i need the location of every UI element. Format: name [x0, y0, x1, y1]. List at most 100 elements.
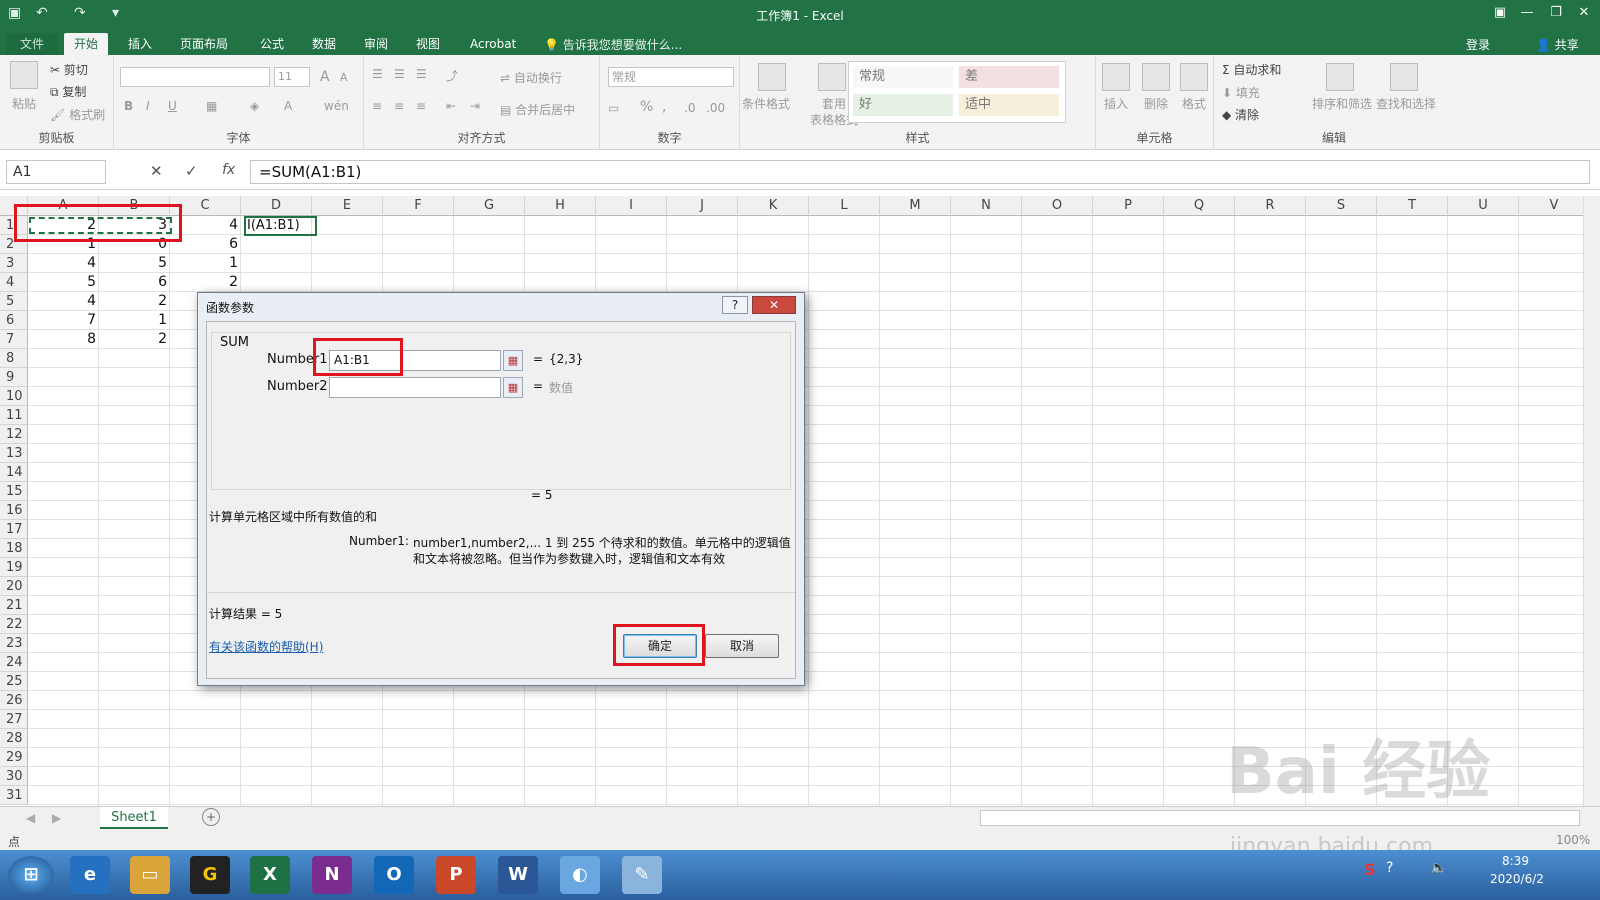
column-header[interactable]: D [241, 196, 312, 216]
column-header[interactable]: A [28, 196, 99, 216]
font-size-combo[interactable]: 11 [274, 67, 310, 87]
row-header[interactable]: 13 [0, 444, 28, 463]
enter-formula-icon[interactable]: ✓ [185, 162, 198, 180]
excel-icon[interactable]: X [250, 856, 290, 894]
sort-filter-icon[interactable] [1326, 63, 1354, 91]
help-tray-icon[interactable]: ? [1386, 860, 1393, 876]
phonetic-icon[interactable]: wén [324, 99, 349, 113]
column-header[interactable]: F [383, 196, 454, 216]
font-name-combo[interactable] [120, 67, 270, 87]
conditional-format-label[interactable]: 条件格式 [742, 95, 790, 112]
delete-cells-label[interactable]: 删除 [1144, 95, 1168, 112]
tab-acrobat[interactable]: Acrobat [460, 33, 526, 55]
row-header[interactable]: 18 [0, 539, 28, 558]
row-header[interactable]: 29 [0, 748, 28, 767]
orientation-icon[interactable]: ⤴ [446, 67, 458, 84]
align-left-icon[interactable]: ≡ [372, 99, 382, 113]
align-bottom-icon[interactable]: ☰ [416, 67, 427, 81]
cell-b6[interactable]: 1 [99, 311, 170, 330]
formula-input[interactable]: =SUM(A1:B1) [250, 160, 1590, 184]
merge-center-button[interactable]: ▤ 合并后居中 [500, 101, 575, 118]
row-header[interactable]: 6 [0, 311, 28, 330]
row-header[interactable]: 3 [0, 254, 28, 273]
cell-a4[interactable]: 5 [28, 273, 99, 292]
fill-color-icon[interactable]: ◈ [250, 99, 259, 113]
row-header[interactable]: 14 [0, 463, 28, 482]
onenote-icon[interactable]: N [312, 856, 352, 894]
cell-b5[interactable]: 2 [99, 292, 170, 311]
paste-icon[interactable] [10, 61, 38, 89]
tab-data[interactable]: 数据 [302, 33, 346, 55]
tab-page-layout[interactable]: 页面布局 [170, 33, 238, 55]
sheet-tab-sheet1[interactable]: Sheet1 [100, 807, 168, 829]
column-header[interactable]: N [951, 196, 1022, 216]
horizontal-scrollbar[interactable] [980, 810, 1580, 826]
cell-a6[interactable]: 7 [28, 311, 99, 330]
column-header[interactable]: G [454, 196, 525, 216]
bold-button[interactable]: B [124, 99, 133, 113]
select-all-corner[interactable] [0, 196, 28, 216]
name-box[interactable]: A1 [6, 160, 106, 184]
explorer-icon[interactable]: ▭ [130, 856, 170, 894]
cell-d1[interactable]: I(A1:B1) [244, 216, 317, 235]
cell-c2[interactable]: 6 [170, 235, 241, 254]
cell-c1[interactable]: 4 [170, 216, 241, 235]
volume-icon[interactable]: 🔈 [1430, 860, 1447, 876]
column-header[interactable]: K [738, 196, 809, 216]
format-cells-icon[interactable] [1180, 63, 1208, 91]
find-select-icon[interactable] [1390, 63, 1418, 91]
column-header[interactable]: J [667, 196, 738, 216]
wrap-text-button[interactable]: ⇌ 自动换行 [500, 69, 562, 86]
arg1-input[interactable]: A1:B1 [329, 350, 501, 371]
ribbon-options-button[interactable]: ▣ [1486, 2, 1514, 24]
align-top-icon[interactable]: ☰ [372, 67, 383, 81]
tab-insert[interactable]: 插入 [118, 33, 162, 55]
find-select-label[interactable]: 查找和选择 [1376, 95, 1436, 112]
row-header[interactable]: 7 [0, 330, 28, 349]
cell-a7[interactable]: 8 [28, 330, 99, 349]
table-format-icon[interactable] [818, 63, 846, 91]
collapse-dialog-icon[interactable]: ▦ [503, 350, 523, 371]
cancel-button[interactable]: 取消 [705, 634, 779, 658]
login-link[interactable]: 登录 [1466, 36, 1490, 53]
row-header[interactable]: 2 [0, 235, 28, 254]
app-g-icon[interactable]: G [190, 856, 230, 894]
browser-icon[interactable]: ◐ [560, 856, 600, 894]
insert-function-icon[interactable]: fx [222, 162, 235, 178]
row-header[interactable]: 26 [0, 691, 28, 710]
column-header[interactable]: H [525, 196, 596, 216]
ok-button[interactable]: 确定 [623, 634, 697, 658]
tab-formulas[interactable]: 公式 [250, 33, 294, 55]
column-header[interactable]: U [1448, 196, 1519, 216]
row-header[interactable]: 28 [0, 729, 28, 748]
autosum-button[interactable]: Σ 自动求和 [1222, 61, 1281, 78]
conditional-format-icon[interactable] [758, 63, 786, 91]
cancel-formula-icon[interactable]: ✕ [150, 162, 163, 180]
column-header[interactable]: M [880, 196, 951, 216]
cell-a5[interactable]: 4 [28, 292, 99, 311]
row-header[interactable]: 17 [0, 520, 28, 539]
format-cells-label[interactable]: 格式 [1182, 95, 1206, 112]
cell-a3[interactable]: 4 [28, 254, 99, 273]
paste-label[interactable]: 粘贴 [12, 95, 36, 112]
tab-view[interactable]: 视图 [406, 33, 450, 55]
row-header[interactable]: 30 [0, 767, 28, 786]
zoom-level[interactable]: 100% [1556, 833, 1590, 847]
next-sheet-icon[interactable]: ▶ [52, 811, 61, 825]
cell-b7[interactable]: 2 [99, 330, 170, 349]
style-good[interactable]: 好 [853, 94, 953, 116]
comma-button[interactable]: , [662, 99, 666, 115]
row-header[interactable]: 22 [0, 615, 28, 634]
word-icon[interactable]: W [498, 856, 538, 894]
close-button[interactable]: ✕ [1570, 2, 1598, 24]
column-header[interactable]: B [99, 196, 170, 216]
arg2-input[interactable] [329, 377, 501, 398]
row-header[interactable]: 24 [0, 653, 28, 672]
cell-a2[interactable]: 1 [28, 235, 99, 254]
cut-button[interactable]: ✂ 剪切 [50, 61, 88, 78]
row-header[interactable]: 23 [0, 634, 28, 653]
delete-cells-icon[interactable] [1142, 63, 1170, 91]
outlook-icon[interactable]: O [374, 856, 414, 894]
row-header[interactable]: 1 [0, 216, 28, 235]
powerpoint-icon[interactable]: P [436, 856, 476, 894]
